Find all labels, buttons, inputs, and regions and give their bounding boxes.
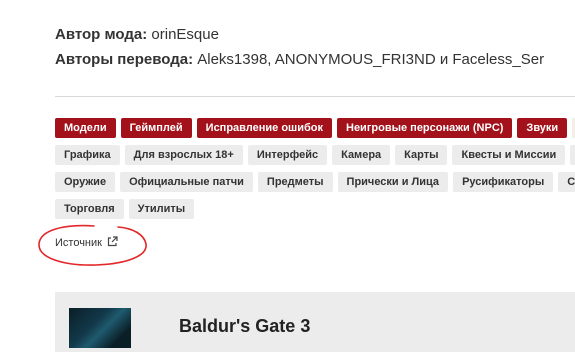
tag-sau[interactable]: Сау <box>558 172 575 192</box>
tag-bugfixes[interactable]: Исправление ошибок <box>196 118 332 138</box>
mod-author-label: Автор мода: <box>55 26 148 43</box>
tag-camera[interactable]: Камера <box>332 145 391 165</box>
tags-row-4: Торговля Утилиты <box>55 199 575 221</box>
tag-hair-faces[interactable]: Прически и Лица <box>337 172 449 192</box>
tag-official-patches[interactable]: Официальные патчи <box>120 172 253 192</box>
translators-label: Авторы перевода: <box>55 51 194 68</box>
mod-author-row: Автор мода: orinEsque <box>55 22 575 47</box>
tag-models[interactable]: Модели <box>55 118 116 138</box>
tag-sounds[interactable]: Звуки <box>517 118 568 138</box>
tags-row-3: Оружие Официальные патчи Предметы Прически … <box>55 172 575 194</box>
translators: Aleks1398, ANONYMOUS_FRI3ND и Faceless_S… <box>197 51 545 68</box>
tag-npc[interactable]: Неигровые персонажи (NPC) <box>337 118 513 138</box>
game-card[interactable]: Baldur's Gate 3 <box>55 292 575 352</box>
tag-adult[interactable]: Для взрослых 18+ <box>124 145 243 165</box>
tag-weapons[interactable]: Оружие <box>55 172 116 192</box>
tag-quests[interactable]: Квесты и Миссии <box>452 145 566 165</box>
tag-russifiers[interactable]: Русификаторы <box>453 172 554 192</box>
tag-utilities[interactable]: Утилиты <box>128 199 195 219</box>
translators-row: Авторы перевода: Aleks1398, ANONYMOUS_FR… <box>55 47 575 72</box>
tag-partial-2[interactable] <box>570 145 575 165</box>
tags-row-1: Модели Геймплей Исправление ошибок Неигровы… <box>55 118 575 140</box>
tag-graphics[interactable]: Графика <box>55 145 120 165</box>
tag-items[interactable]: Предметы <box>257 172 333 192</box>
tag-interface[interactable]: Интерфейс <box>247 145 328 165</box>
tag-maps[interactable]: Карты <box>395 145 448 165</box>
tag-gameplay[interactable]: Геймплей <box>120 118 192 138</box>
tags-row-2: Графика Для взрослых 18+ Интерфейс Камера Ка… <box>55 145 575 167</box>
mod-info: Автор мода: orinEsque Авторы перевода: A… <box>55 22 575 72</box>
divider <box>55 96 575 97</box>
tag-trade[interactable]: Торговля <box>55 199 124 219</box>
mod-author: orinEsque <box>151 26 219 43</box>
game-thumbnail[interactable] <box>69 308 131 348</box>
red-annotation-circle <box>38 224 147 266</box>
